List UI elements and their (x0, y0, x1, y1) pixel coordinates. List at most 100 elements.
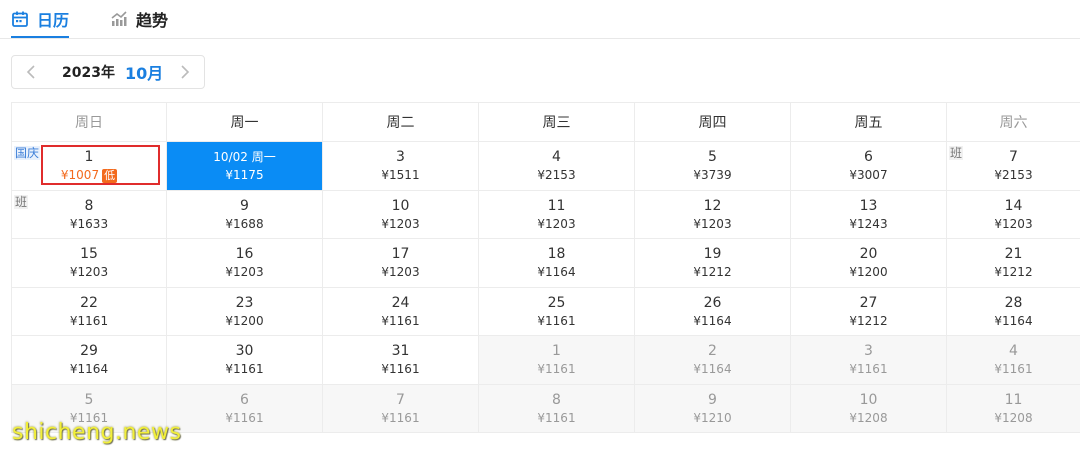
day-price-line: ¥1164 (693, 313, 731, 329)
day-number: 3 (864, 343, 873, 360)
day-cell[interactable]: 30 ¥1161 (167, 336, 323, 385)
day-cell[interactable]: 班 7 ¥2153 (947, 142, 1080, 191)
day-price: ¥1203 (381, 265, 420, 280)
selected-day-cell[interactable]: 10/02 周一 ¥1175 (167, 142, 323, 191)
day-price: ¥1161 (69, 313, 109, 328)
day-cell[interactable]: 23 ¥1200 (167, 287, 323, 336)
price-calendar: 周日 周一 周二 周三 周四 周五 周六 国庆 1 ¥1007 低 10/02 周一 ¥1… (11, 102, 1080, 433)
weekday-tue: 周二 (323, 102, 479, 142)
day-cell[interactable]: 国庆 1 ¥1007 低 (11, 142, 167, 191)
day-cell[interactable]: 15 ¥1203 (11, 239, 167, 288)
day-price: ¥1200 (225, 313, 264, 328)
day-price-line: ¥1243 (849, 216, 887, 232)
day-cell[interactable]: 21 ¥1212 (947, 239, 1080, 288)
calendar-week-row: 29 ¥1164 30 ¥1161 31 ¥1161 1 ¥1161 2 ¥1164 3 ¥1161 4… (11, 336, 1080, 385)
day-cell[interactable]: 5 ¥3739 (635, 142, 791, 191)
day-price: ¥1164 (994, 313, 1033, 328)
day-number: 6 (864, 149, 873, 166)
day-cell[interactable]: 2 ¥1164 (635, 336, 791, 385)
day-price-line: ¥1164 (994, 313, 1032, 329)
day-cell[interactable]: 31 ¥1161 (323, 336, 479, 385)
day-price: ¥1203 (69, 265, 109, 280)
day-price-line: ¥1161 (225, 361, 263, 377)
day-number: 5 (708, 149, 717, 166)
day-price-line: ¥1210 (693, 410, 731, 426)
day-price-line: ¥1688 (225, 216, 263, 232)
day-number: 10/02 周一 (213, 150, 276, 165)
day-number: 4 (1009, 343, 1018, 360)
day-number: 8 (552, 391, 561, 408)
day-price: ¥1243 (849, 216, 888, 231)
calendar-week-row: 班 8 ¥1633 9 ¥1688 10 ¥1203 11 ¥1203 12 ¥1203 13 ¥124… (11, 190, 1080, 239)
calendar-week-row: 22 ¥1161 23 ¥1200 24 ¥1161 25 ¥1161 26 ¥1164 27 ¥12… (11, 287, 1080, 336)
day-cell[interactable]: 3 ¥1161 (791, 336, 947, 385)
day-number: 13 (859, 197, 878, 214)
day-price-line: ¥1212 (849, 313, 887, 329)
day-cell[interactable]: 8 ¥1161 (479, 384, 635, 433)
day-cell[interactable]: 11 ¥1208 (947, 384, 1080, 433)
calendar-week-row: 国庆 1 ¥1007 低 10/02 周一 ¥1175 3 ¥1511 4 ¥2153 5 ¥3739… (11, 142, 1080, 191)
day-price-line: ¥1161 (381, 410, 419, 426)
day-cell[interactable]: 28 ¥1164 (947, 287, 1080, 336)
day-cell[interactable]: 19 ¥1212 (635, 239, 791, 288)
day-number: 20 (859, 246, 878, 263)
day-cell[interactable]: 4 ¥1161 (947, 336, 1080, 385)
day-cell[interactable]: 4 ¥2153 (479, 142, 635, 191)
day-number: 19 (703, 246, 722, 263)
day-price-line: ¥1161 (849, 361, 887, 377)
day-cell[interactable]: 12 ¥1203 (635, 190, 791, 239)
day-cell[interactable]: 29 ¥1164 (11, 336, 167, 385)
day-price-line: ¥1164 (70, 361, 108, 377)
day-price-line: ¥1161 (994, 361, 1032, 377)
weekday-wed: 周三 (479, 102, 635, 142)
prev-month-button[interactable] (14, 56, 48, 88)
day-price-line: ¥1161 (537, 313, 575, 329)
day-cell[interactable]: 9 ¥1688 (167, 190, 323, 239)
next-month-button[interactable] (168, 56, 202, 88)
day-price-line: ¥1161 (537, 361, 575, 377)
weekday-mon: 周一 (167, 102, 323, 142)
day-price: ¥1161 (225, 410, 264, 425)
day-number: 21 (1004, 246, 1023, 263)
day-price: ¥1161 (381, 410, 420, 425)
active-tab-indicator (11, 36, 69, 38)
day-price-line: ¥1212 (994, 264, 1032, 280)
day-cell[interactable]: 6 ¥3007 (791, 142, 947, 191)
day-cell[interactable]: 13 ¥1243 (791, 190, 947, 239)
day-cell[interactable]: 25 ¥1161 (479, 287, 635, 336)
current-month-label: 10月 (124, 64, 164, 83)
trend-chart-icon (111, 11, 127, 26)
day-cell[interactable]: 3 ¥1511 (323, 142, 479, 191)
day-price-line: ¥1007 低 (61, 167, 118, 184)
day-cell[interactable]: 6 ¥1161 (167, 384, 323, 433)
day-price-line: ¥1164 (537, 264, 575, 280)
day-number: 10 (391, 197, 410, 214)
tab-calendar[interactable]: 日历 (11, 4, 69, 34)
day-number: 5 (84, 391, 94, 408)
day-cell[interactable]: 1 ¥1161 (479, 336, 635, 385)
day-cell[interactable]: 7 ¥1161 (323, 384, 479, 433)
day-price-line: ¥1161 (225, 410, 263, 426)
day-cell[interactable]: 14 ¥1203 (947, 190, 1080, 239)
day-cell[interactable]: 16 ¥1203 (167, 239, 323, 288)
day-cell[interactable]: 10 ¥1208 (791, 384, 947, 433)
day-cell[interactable]: 24 ¥1161 (323, 287, 479, 336)
day-price-line: ¥1203 (381, 216, 419, 232)
workday-tag: 班 (14, 194, 29, 209)
day-price: ¥1164 (693, 313, 732, 328)
day-cell[interactable]: 20 ¥1200 (791, 239, 947, 288)
weekday-header: 周日 周一 周二 周三 周四 周五 周六 (11, 102, 1080, 142)
day-cell[interactable]: 22 ¥1161 (11, 287, 167, 336)
day-cell[interactable]: 27 ¥1212 (791, 287, 947, 336)
day-cell[interactable]: 17 ¥1203 (323, 239, 479, 288)
tab-trend[interactable]: 趋势 (110, 4, 168, 34)
day-cell[interactable]: 11 ¥1203 (479, 190, 635, 239)
day-number: 12 (703, 197, 722, 214)
day-cell[interactable]: 10 ¥1203 (323, 190, 479, 239)
day-price-line: ¥1161 (537, 410, 575, 426)
day-cell[interactable]: 18 ¥1164 (479, 239, 635, 288)
day-price-line: ¥1200 (849, 264, 887, 280)
day-cell[interactable]: 班 8 ¥1633 (11, 190, 167, 239)
day-cell[interactable]: 26 ¥1164 (635, 287, 791, 336)
day-cell[interactable]: 9 ¥1210 (635, 384, 791, 433)
